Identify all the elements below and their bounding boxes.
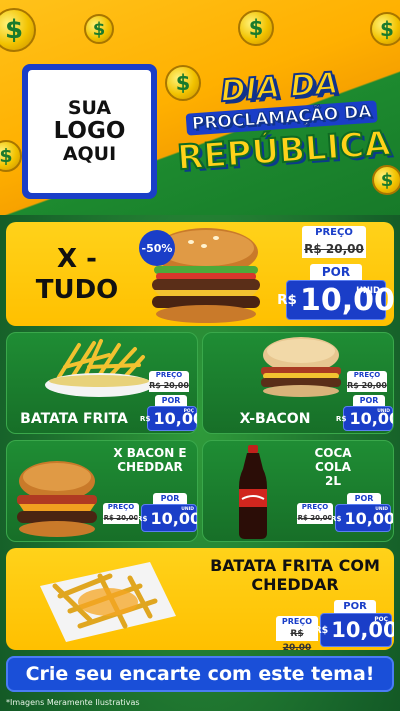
price-tag: PREÇO R$ 20,00 POR R$ 10,00 UNID xyxy=(277,226,394,322)
product-card-batata-frita[interactable]: BATATA FRITA PREÇO R$ 20,00 POR R$ 10,00… xyxy=(6,332,198,434)
price-tag: R$ 10,00 UNID xyxy=(336,406,393,432)
currency-symbol: R$ xyxy=(139,414,151,423)
product-name: BATATA FRITA COM CHEDDAR xyxy=(200,556,390,594)
logo-text: SUA xyxy=(67,96,112,119)
product-name: BATATA FRITA xyxy=(20,411,128,427)
currency-symbol: R$ xyxy=(314,624,329,636)
old-price: R$ 20,00 xyxy=(103,512,139,524)
page-title: DIA DA PROCLAMAÇÃO DA REPÚBLICA xyxy=(171,63,394,198)
product-name-line: TUDO xyxy=(35,275,119,306)
title-line-1: DIA DA xyxy=(219,65,341,110)
fries-image xyxy=(45,339,153,397)
coin-icon: $ xyxy=(84,14,114,44)
old-price: R$ 20,00 xyxy=(276,627,318,650)
logo-text: AQUI xyxy=(62,143,117,166)
coin-icon: $ xyxy=(370,12,400,46)
new-price: R$ 10,00 UNID xyxy=(137,504,197,532)
old-price: R$ 20,00 xyxy=(347,380,387,392)
product-card-x-tudo[interactable]: X - TUDO -50% PREÇO R$ 20,00 POR R$ 10,0… xyxy=(6,222,394,326)
product-name-line: X BACON E xyxy=(113,446,187,460)
currency-symbol: R$ xyxy=(277,292,297,308)
soda-bottle-image xyxy=(239,445,267,539)
product-name-line: COCA COLA xyxy=(314,446,352,474)
product-name: X - TUDO xyxy=(18,244,136,306)
product-name-line: X - xyxy=(57,244,97,274)
product-card-x-bacon-cheddar[interactable]: X BACON E CHEDDAR PREÇO R$ 20,00 POR R$ … xyxy=(6,440,198,542)
product-card-batata-cheddar[interactable]: BATATA FRITA COM CHEDDAR PREÇO R$ 20,00 … xyxy=(6,548,394,650)
unit-label: UNID xyxy=(377,409,390,414)
currency-symbol: R$ xyxy=(330,513,342,523)
coin-icon: $ xyxy=(238,10,274,46)
por-label: POR xyxy=(153,493,187,504)
burger-image xyxy=(17,461,97,537)
price-tag: PREÇO R$ 20,00 POR R$ 10,00 UNID xyxy=(103,493,197,541)
flyer: $ $ $ $ $ $ $ SUA LOGO AQUI DIA DA PROCL… xyxy=(0,0,400,711)
unit-label: POÇ xyxy=(183,409,194,414)
create-flyer-button[interactable]: Crie seu encarte com este tema! xyxy=(6,656,394,692)
new-price: R$ 10,00 UNID xyxy=(277,280,394,320)
product-name: COCA COLA 2L xyxy=(295,446,371,488)
preco-label: PREÇO xyxy=(149,371,189,380)
por-label: POR xyxy=(155,395,187,406)
product-name-line: CHEDDAR xyxy=(117,459,183,474)
preco-label: PREÇO xyxy=(103,503,139,512)
logo-placeholder[interactable]: SUA LOGO AQUI xyxy=(22,64,157,199)
product-name: X BACON E CHEDDAR xyxy=(103,446,197,475)
currency-symbol: R$ xyxy=(136,513,148,523)
unit-label: UNID xyxy=(356,285,380,295)
product-name-line: BATATA FRITA COM xyxy=(210,556,380,575)
por-label: POR xyxy=(334,600,376,613)
logo-text: LOGO xyxy=(53,117,126,144)
product-card-x-bacon[interactable]: X-BACON PREÇO R$ 20,00 POR R$ 10,00 UNID xyxy=(202,332,394,434)
price-tag: PREÇO R$ 20,00 POR R$ 10,00 POÇ xyxy=(276,600,394,650)
unit-label: UNID xyxy=(181,507,194,512)
old-price: R$ 20,00 xyxy=(297,512,333,524)
por-label: POR xyxy=(353,395,385,406)
new-price: R$ 10,00 UNID xyxy=(331,504,393,532)
coin-icon: $ xyxy=(0,8,36,52)
por-label: POR xyxy=(347,493,381,504)
header-banner: $ $ $ $ $ $ $ SUA LOGO AQUI DIA DA PROCL… xyxy=(0,0,400,215)
price-tag: PREÇO R$ 20,00 POR R$ 10,00 UNID xyxy=(297,493,393,541)
unit-label: POÇ xyxy=(374,617,388,623)
preco-label: PREÇO xyxy=(276,616,318,627)
old-price: R$ 20,00 xyxy=(149,380,189,392)
new-price: R$ 10,00 UNID xyxy=(336,406,393,431)
old-price: R$ 20,00 xyxy=(302,240,366,258)
product-name: X-BACON xyxy=(239,411,311,427)
product-name-line: CHEDDAR xyxy=(251,575,339,595)
new-price: R$ 10,00 POÇ xyxy=(314,613,394,647)
preco-label: PREÇO xyxy=(347,371,387,380)
por-label: POR xyxy=(310,264,362,280)
coin-icon: $ xyxy=(0,140,22,172)
currency-symbol: R$ xyxy=(335,414,347,423)
new-price: R$ 10,00 POÇ xyxy=(140,406,197,431)
burger-image xyxy=(261,337,341,397)
price-tag: R$ 10,00 POÇ xyxy=(140,406,197,432)
unit-label: UNID xyxy=(375,507,388,512)
preco-label: PREÇO xyxy=(297,503,333,512)
footnote: *Imagens Meramente Ilustrativas xyxy=(6,698,140,707)
discount-badge: -50% xyxy=(139,230,175,266)
fries-cheddar-image xyxy=(40,562,176,642)
preco-label: PREÇO xyxy=(302,226,366,240)
product-card-coca-cola[interactable]: COCA COLA 2L PREÇO R$ 20,00 POR R$ 10,00… xyxy=(202,440,394,542)
product-name-line: 2L xyxy=(325,473,341,488)
